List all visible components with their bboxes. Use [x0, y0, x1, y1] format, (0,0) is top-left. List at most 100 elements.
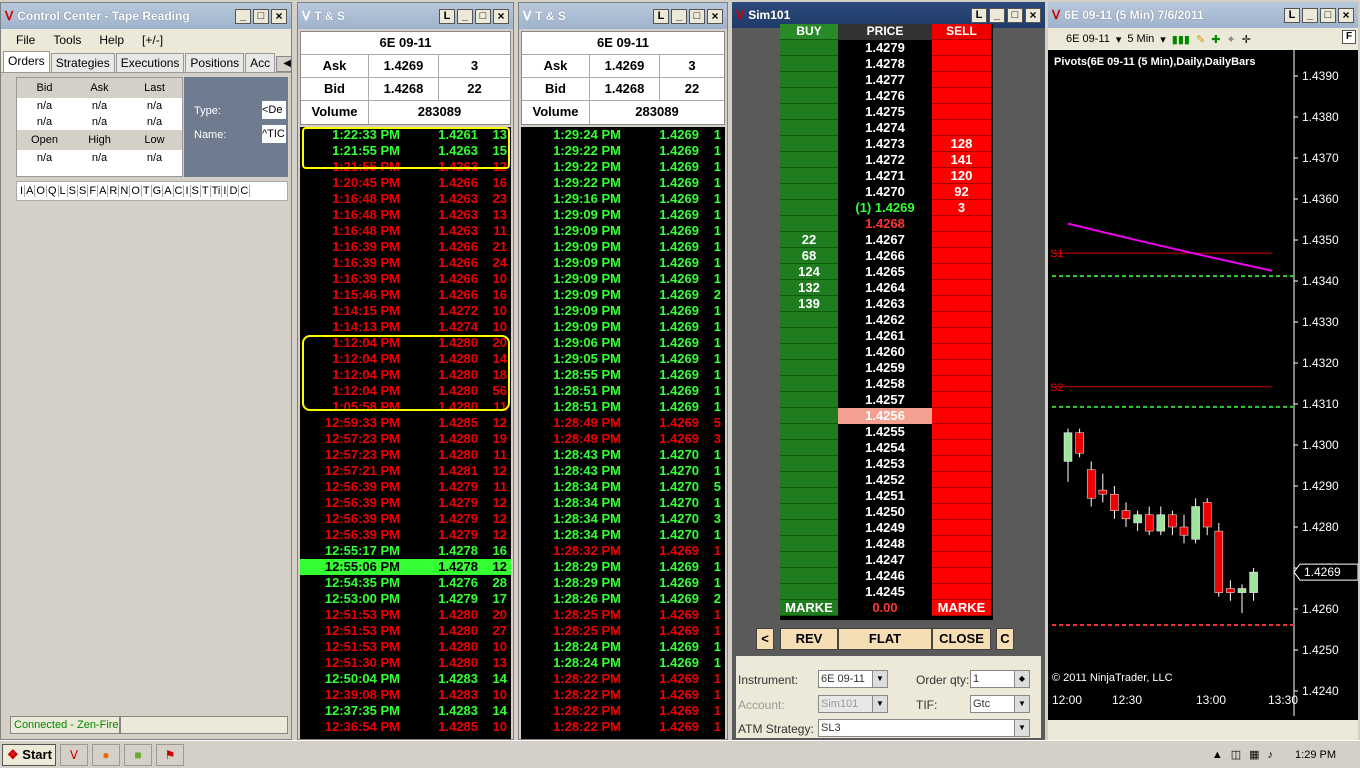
network-icon[interactable]: ▦ — [1249, 748, 1259, 761]
close-button[interactable]: × — [707, 8, 723, 24]
ask-size-cell[interactable]: 128 — [932, 136, 991, 152]
link-button[interactable]: L — [971, 7, 987, 23]
show-hidden-icons-icon[interactable]: ▲ — [1212, 749, 1223, 761]
bid-size-cell[interactable] — [780, 568, 838, 584]
ask-size-cell[interactable] — [932, 456, 991, 472]
bid-size-cell[interactable] — [780, 152, 838, 168]
column-header[interactable]: A — [163, 185, 174, 197]
close-button[interactable]: × — [271, 8, 287, 24]
bid-size-cell[interactable] — [780, 40, 838, 56]
tab-accounts[interactable]: Acc — [245, 53, 276, 72]
bid-size-cell[interactable]: 132 — [780, 280, 838, 296]
tab-executions[interactable]: Executions — [115, 53, 185, 72]
ask-size-cell[interactable]: 141 — [932, 152, 991, 168]
bid-size-cell[interactable] — [780, 184, 838, 200]
bid-size-cell[interactable] — [780, 488, 838, 504]
bid-size-cell[interactable] — [780, 136, 838, 152]
price-chart[interactable]: 1.4390 1.4380 1.4370 1.4360 1.4350 1.4340 1.43… — [1048, 2, 1358, 740]
close-position-button[interactable]: CLOSE — [932, 628, 991, 650]
bid-size-cell[interactable] — [780, 552, 838, 568]
ask-size-cell[interactable] — [932, 72, 991, 88]
chevron-down-icon[interactable]: ▼ — [872, 696, 887, 712]
ask-size-cell[interactable] — [932, 248, 991, 264]
volume-icon[interactable]: ♪ — [1268, 749, 1274, 761]
collapse-button[interactable]: < — [756, 628, 774, 650]
column-header[interactable]: S — [78, 185, 89, 197]
ask-size-cell[interactable] — [932, 520, 991, 536]
tab-orders[interactable]: Orders — [3, 51, 50, 72]
bid-size-cell[interactable] — [780, 104, 838, 120]
maximize-button[interactable]: □ — [253, 8, 269, 24]
bid-size-cell[interactable] — [780, 168, 838, 184]
link-button[interactable]: L — [653, 8, 669, 24]
minimize-button[interactable]: _ — [989, 7, 1005, 23]
bid-size-cell[interactable] — [780, 360, 838, 376]
bid-size-cell[interactable] — [780, 392, 838, 408]
tif-select[interactable]: Gtc ▼ — [970, 695, 1030, 713]
control-center-titlebar[interactable]: ᐯ Control Center - Tape Reading _ □ × — [1, 3, 291, 29]
bid-size-cell[interactable] — [780, 56, 838, 72]
column-header[interactable]: L — [59, 185, 68, 197]
ask-size-cell[interactable] — [932, 296, 991, 312]
bid-size-cell[interactable]: 139 — [780, 296, 838, 312]
market-sell-button[interactable]: MARKE — [932, 600, 991, 616]
close-button[interactable]: × — [1025, 7, 1041, 23]
minimize-button[interactable]: _ — [457, 8, 473, 24]
tray-icon[interactable]: ◫ — [1231, 748, 1241, 761]
menu-file[interactable]: File — [7, 33, 44, 47]
ask-size-cell[interactable] — [932, 280, 991, 296]
ask-size-cell[interactable] — [932, 488, 991, 504]
ask-size-cell[interactable] — [932, 328, 991, 344]
ask-size-cell[interactable] — [932, 440, 991, 456]
ninjatrader-taskbar-icon[interactable]: ᐯ — [60, 743, 88, 766]
bid-size-cell[interactable] — [780, 408, 838, 424]
tab-positions[interactable]: Positions — [185, 53, 245, 72]
column-header[interactable]: T — [201, 185, 211, 197]
close-button[interactable]: × — [493, 8, 509, 24]
column-header[interactable]: S — [68, 185, 78, 197]
account-select[interactable]: Sim101 ▼ — [818, 695, 888, 713]
ask-size-cell[interactable] — [932, 536, 991, 552]
ask-size-cell[interactable] — [932, 504, 991, 520]
bid-size-cell[interactable] — [780, 328, 838, 344]
maximize-button[interactable]: □ — [689, 8, 705, 24]
bid-size-cell[interactable] — [780, 72, 838, 88]
column-header[interactable]: C — [239, 185, 251, 197]
maximize-button[interactable]: □ — [475, 8, 491, 24]
column-header[interactable]: D — [228, 185, 240, 197]
chevron-down-icon[interactable]: ▼ — [872, 671, 887, 687]
ask-size-cell[interactable] — [932, 88, 991, 104]
firefox-taskbar-icon[interactable]: ● — [92, 743, 120, 766]
ask-size-cell[interactable] — [932, 56, 991, 72]
type-select[interactable]: <De — [262, 101, 286, 119]
bid-size-cell[interactable] — [780, 520, 838, 536]
ask-size-cell[interactable] — [932, 376, 991, 392]
column-header[interactable]: G — [152, 185, 164, 197]
spin-icon[interactable]: ◆ — [1014, 671, 1029, 687]
bid-size-cell[interactable] — [780, 472, 838, 488]
app-taskbar-icon[interactable]: ■ — [124, 743, 152, 766]
ask-size-cell[interactable] — [932, 312, 991, 328]
bid-size-cell[interactable]: 22 — [780, 232, 838, 248]
bid-size-cell[interactable] — [780, 376, 838, 392]
column-header[interactable]: C — [174, 185, 185, 197]
bid-size-cell[interactable] — [780, 200, 838, 216]
instrument-select[interactable]: 6E 09-11 ▼ — [818, 670, 888, 688]
bid-size-cell[interactable] — [780, 456, 838, 472]
column-header[interactable]: S — [191, 185, 201, 197]
menu-tools[interactable]: Tools — [44, 33, 90, 47]
bid-size-cell[interactable] — [780, 440, 838, 456]
column-header[interactable]: N — [119, 185, 131, 197]
cancel-orders-button[interactable]: C — [996, 628, 1014, 650]
ask-size-cell[interactable] — [932, 360, 991, 376]
bid-size-cell[interactable] — [780, 424, 838, 440]
ask-size-cell[interactable] — [932, 472, 991, 488]
maximize-button[interactable]: □ — [1007, 7, 1023, 23]
chevron-down-icon[interactable]: ▼ — [1014, 720, 1029, 736]
ask-size-cell[interactable] — [932, 552, 991, 568]
ask-size-cell[interactable] — [932, 568, 991, 584]
ask-size-cell[interactable]: 3 — [932, 200, 991, 216]
ask-size-cell[interactable] — [932, 344, 991, 360]
ask-size-cell[interactable] — [932, 424, 991, 440]
bid-size-cell[interactable] — [780, 584, 838, 600]
